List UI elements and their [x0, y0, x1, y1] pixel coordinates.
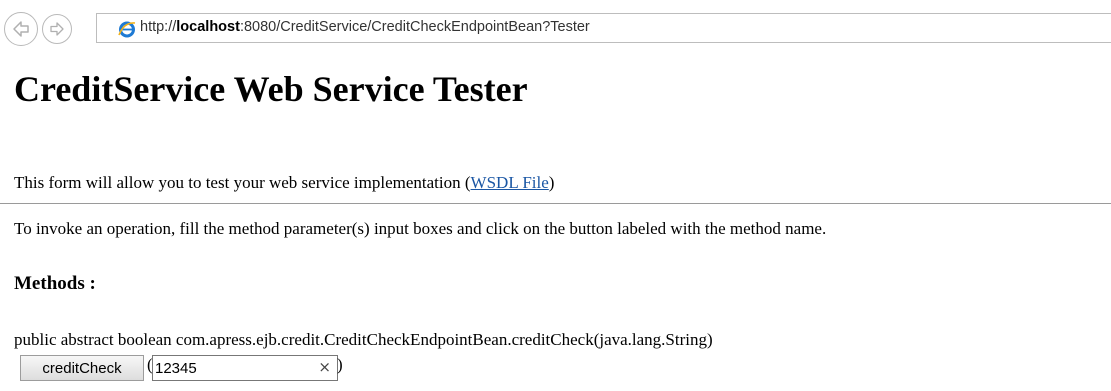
- internet-explorer-icon: [118, 21, 136, 38]
- intro-sentence: This form will allow you to test your we…: [14, 173, 471, 192]
- param-input-wrapper[interactable]: ×: [152, 355, 338, 381]
- instructions-text: To invoke an operation, fill the method …: [14, 219, 827, 238]
- forward-arrow-icon: [50, 22, 64, 36]
- url-host: localhost: [176, 19, 240, 35]
- back-button[interactable]: [4, 12, 38, 46]
- clear-icon[interactable]: ×: [318, 358, 331, 376]
- credit-check-button[interactable]: creditCheck: [20, 355, 144, 381]
- forward-button[interactable]: [42, 14, 72, 44]
- wsdl-file-link[interactable]: WSDL File: [471, 173, 549, 192]
- intro-close-paren: ): [548, 173, 555, 192]
- param-input[interactable]: [155, 358, 305, 378]
- url-path: :8080/CreditService/CreditCheckEndpointB…: [239, 19, 590, 35]
- url-text[interactable]: http://localhost:8080/CreditService/Cred…: [140, 19, 590, 35]
- url-prefix: http://: [140, 19, 177, 35]
- method-signature: public abstract boolean com.apress.ejb.c…: [14, 330, 713, 349]
- methods-heading: Methods :: [14, 273, 96, 294]
- intro-text: This form will allow you to test your we…: [14, 173, 554, 193]
- browser-address-bar: http://localhost:8080/CreditService/Cred…: [0, 0, 1111, 50]
- close-paren: ): [337, 355, 343, 374]
- page-title: CreditService Web Service Tester: [14, 69, 528, 109]
- back-arrow-icon: [13, 21, 29, 37]
- divider: [0, 203, 1111, 204]
